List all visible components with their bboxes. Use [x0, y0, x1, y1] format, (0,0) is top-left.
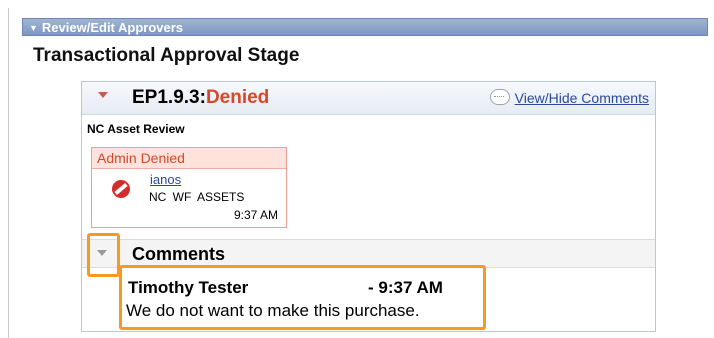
approver-time: 9:37 AM	[233, 208, 278, 222]
view-hide-comments-label: View/Hide Comments	[514, 90, 649, 106]
approver-role: NC WF ASSETS	[149, 190, 245, 204]
step-collapse-icon[interactable]	[98, 92, 108, 98]
highlight-comments-toggle	[87, 233, 120, 277]
highlight-comment	[119, 265, 486, 330]
approver-card: Admin Denied ianos NC WF ASSETS 9:37 AM	[91, 147, 287, 228]
path-name: NC Asset Review	[87, 122, 185, 136]
comment-bubble-icon	[489, 89, 510, 105]
step-status: Denied	[205, 87, 270, 108]
step-id: EP1.9.3:	[132, 87, 206, 108]
step-title: EP1.9.3:Denied	[132, 87, 269, 109]
view-hide-comments-link[interactable]: View/Hide Comments	[489, 89, 649, 106]
comments-header: Comments	[82, 239, 655, 268]
section-header-review-edit-approvers[interactable]: ▼ Review/Edit Approvers	[22, 18, 708, 36]
approver-name-link[interactable]: ianos	[150, 172, 181, 187]
collapse-triangle-icon: ▼	[29, 23, 38, 33]
approver-status: Admin Denied	[92, 148, 286, 169]
section-header-label: Review/Edit Approvers	[41, 20, 184, 35]
step-header: EP1.9.3:Denied View/Hide Comments	[82, 82, 655, 115]
denied-icon	[112, 180, 130, 198]
stage-title: Transactional Approval Stage	[33, 45, 300, 66]
comments-title: Comments	[132, 244, 226, 264]
